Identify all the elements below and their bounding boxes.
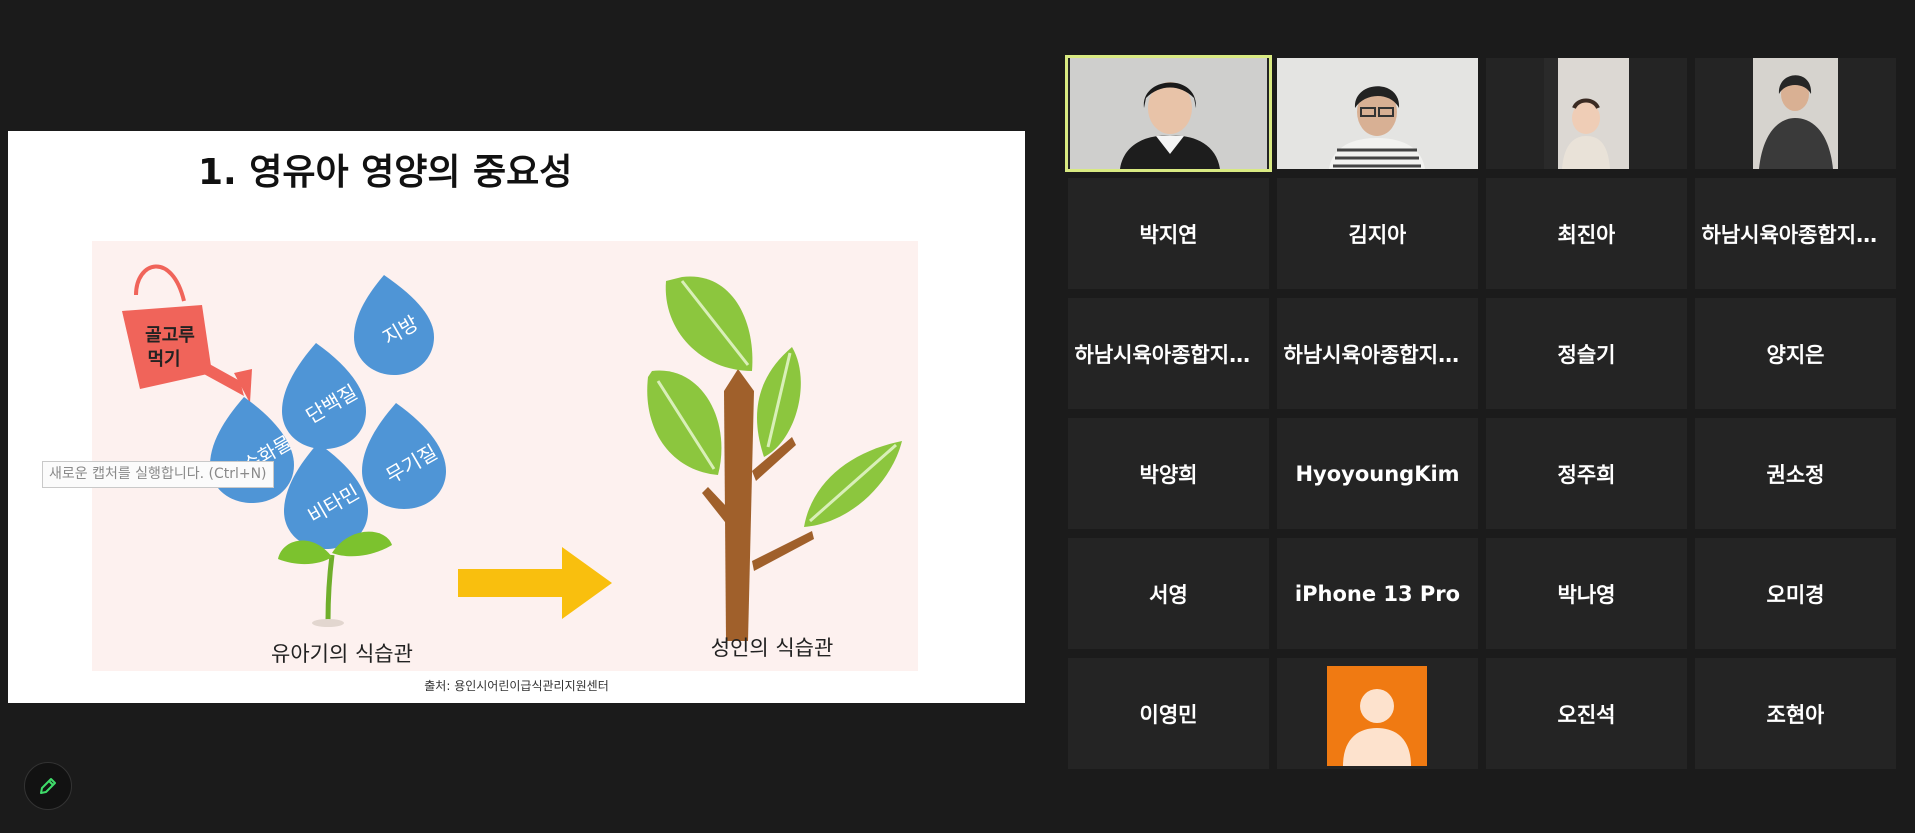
- participant-gallery: 박지연 김지아 최진아 하남시육아종합지원센터 하남시육아종합지원센터 하남시육…: [1065, 55, 1896, 774]
- participant-name: 최진아: [1557, 222, 1616, 247]
- can-label-2: 먹기: [147, 349, 180, 370]
- participant-name: HyoyoungKim: [1295, 461, 1460, 486]
- participant-tile[interactable]: 하남시육아종합지원센터: [1068, 298, 1269, 409]
- nutrient-drops: 지방 단백질 탄수화물 무기질 비타민: [210, 275, 446, 549]
- video-tile-4[interactable]: [1695, 58, 1896, 169]
- participant-tile[interactable]: 최진아: [1486, 178, 1687, 289]
- participant-name: 박양희: [1139, 462, 1198, 487]
- nutrition-illustration: 골고루 먹기 지방 단백질 탄수화물 무기질 비타민 유아기의 식습관 성인의 …: [92, 241, 918, 671]
- capture-tooltip: 새로운 캡처를 실행합니다. (Ctrl+N): [42, 461, 274, 488]
- participant-video: [1277, 58, 1478, 169]
- avatar-tile[interactable]: [1277, 658, 1478, 769]
- participant-name: 권소정: [1766, 462, 1825, 487]
- participant-name: 하남시육아종합지원센터: [1283, 342, 1472, 367]
- seedling-caption: 유아기의 식습관: [271, 642, 413, 666]
- drop-mineral: 무기질: [362, 403, 446, 509]
- participant-tile[interactable]: 조현아: [1695, 658, 1896, 769]
- video-tile-3[interactable]: [1486, 58, 1687, 169]
- annotate-button[interactable]: [24, 762, 72, 810]
- participant-name: 하남시육아종합지원센터: [1074, 342, 1263, 367]
- participant-name: 박지연: [1139, 222, 1198, 247]
- participant-tile[interactable]: 서영: [1068, 538, 1269, 649]
- person-video-icon: [1277, 58, 1478, 169]
- participant-tile[interactable]: 오미경: [1695, 538, 1896, 649]
- watering-can-icon: 골고루 먹기: [122, 264, 252, 403]
- participant-name: 정슬기: [1557, 342, 1616, 367]
- participant-tile[interactable]: 박나영: [1486, 538, 1687, 649]
- can-label-1: 골고루: [145, 325, 195, 346]
- participant-name: 양지은: [1766, 342, 1825, 367]
- participant-name: 하남시육아종합지원센터: [1701, 222, 1890, 247]
- video-tile-1[interactable]: [1065, 55, 1272, 172]
- participant-name: 박나영: [1557, 582, 1616, 607]
- participant-tile[interactable]: 박지연: [1068, 178, 1269, 289]
- participant-name: 오진석: [1557, 702, 1616, 727]
- drop-fat: 지방: [354, 275, 434, 375]
- drop-vitamin: 비타민: [284, 443, 368, 549]
- participant-tile[interactable]: 권소정: [1695, 418, 1896, 529]
- tree-icon: [647, 276, 902, 641]
- participant-video: [1070, 58, 1267, 169]
- participant-tile[interactable]: 정주희: [1486, 418, 1687, 529]
- participant-name: 정주희: [1557, 462, 1616, 487]
- participant-name: iPhone 13 Pro: [1294, 581, 1461, 606]
- participant-tile[interactable]: 양지은: [1695, 298, 1896, 409]
- participant-tile[interactable]: 오진석: [1486, 658, 1687, 769]
- drop-protein: 단백질: [282, 343, 366, 449]
- participant-name: 조현아: [1766, 702, 1825, 727]
- slide-title: 1. 영유아 영양의 중요성: [198, 152, 573, 193]
- participant-name: 이영민: [1139, 702, 1198, 727]
- participant-tile[interactable]: HyoyoungKim: [1277, 418, 1478, 529]
- participant-tile[interactable]: 김지아: [1277, 178, 1478, 289]
- participant-tile[interactable]: 하남시육아종합지원센터: [1695, 178, 1896, 289]
- tree-caption: 성인의 식습관: [711, 636, 834, 660]
- participant-name: 서영: [1149, 582, 1188, 607]
- baby-video-icon: [1544, 58, 1629, 169]
- participant-tile[interactable]: 박양희: [1068, 418, 1269, 529]
- person-video-icon: [1070, 58, 1267, 169]
- participant-video: [1544, 58, 1629, 169]
- participant-tile[interactable]: iPhone 13 Pro: [1277, 538, 1478, 649]
- video-tile-2[interactable]: [1277, 58, 1478, 169]
- participant-name: 오미경: [1766, 582, 1825, 607]
- person-video-icon: [1753, 58, 1838, 169]
- participant-tile[interactable]: 하남시육아종합지원센터: [1277, 298, 1478, 409]
- shared-slide: 1. 영유아 영양의 중요성 골고루 먹기 지방 단백질 탄수화물 무기질 비타…: [8, 131, 1025, 703]
- pencil-icon: [40, 778, 56, 794]
- participant-tile[interactable]: 이영민: [1068, 658, 1269, 769]
- participant-video: [1753, 58, 1838, 169]
- person-avatar-icon: [1343, 689, 1411, 766]
- participant-name: 김지아: [1348, 222, 1407, 247]
- participant-tile[interactable]: 정슬기: [1486, 298, 1687, 409]
- arrow-right-icon: [458, 547, 612, 619]
- slide-source: 출처: 용인시어린이급식관리지원센터: [424, 679, 609, 693]
- avatar: [1327, 666, 1427, 766]
